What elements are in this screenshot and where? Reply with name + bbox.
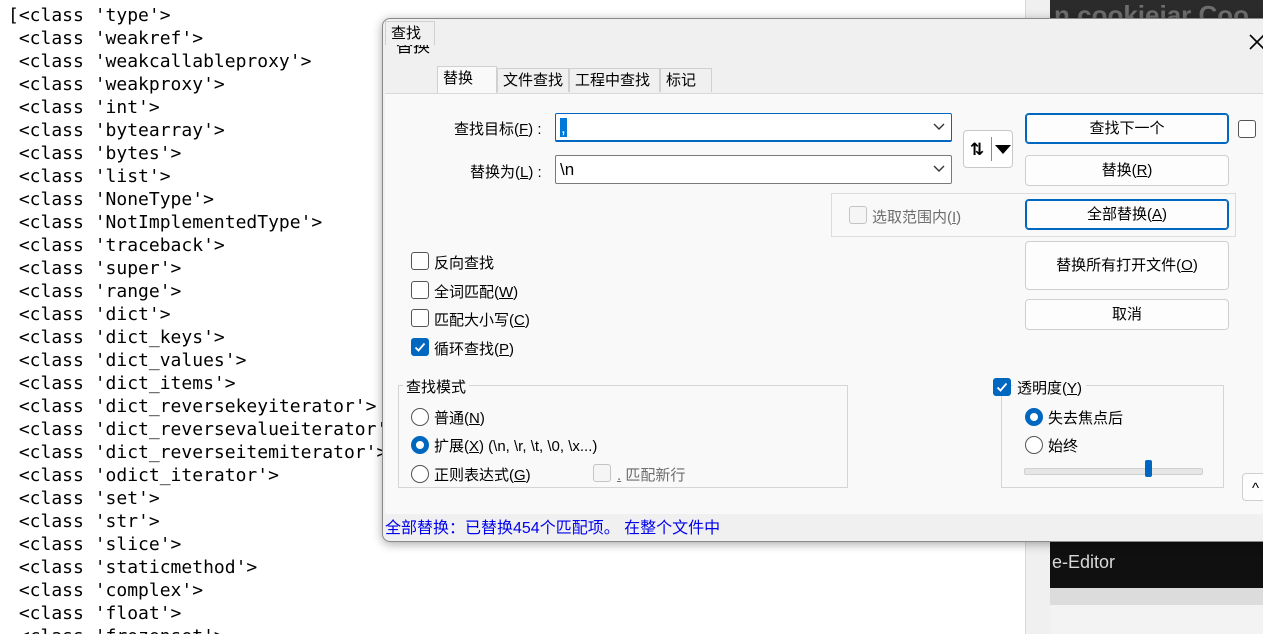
code-line: <class 'weakcallableproxy'> [8,51,312,72]
transparency-checkbox[interactable] [993,378,1011,396]
search-mode-legend: 查找模式 [403,376,470,397]
code-line: <class 'dict'> [8,304,171,325]
whole-word-label: 全词匹配(W) [434,284,519,301]
backward-search-label: 反向查找 [434,255,495,272]
code-line: <class 'complex'> [8,580,204,601]
transparency-slider-thumb[interactable] [1145,460,1152,477]
swap-find-replace-button[interactable]: ⇅ [963,130,1013,168]
tab-find-in-files[interactable]: 文件查找 [497,68,569,92]
in-selection-label: 选取范围内(I) [872,209,962,226]
wrap-around-label: 循环查找(P) [434,341,515,358]
dialog-titlebar[interactable]: 替换 [383,19,1263,65]
background-window-strip: e-Editor [1050,540,1263,588]
code-line: <class 'dict_reversevalueiterator'> [8,419,399,440]
transparency-on-lose-focus-radio[interactable] [1025,408,1043,426]
code-line: <class 'float'> [8,603,182,624]
code-line: <class 'NotImplementedType'> [8,212,323,233]
code-line: <class 'odict_iterator'> [8,465,279,486]
wrap-around-checkbox[interactable] [411,338,429,356]
tab-find-in-project[interactable]: 工程中查找 [569,68,660,92]
code-line: <class 'bytearray'> [8,120,225,141]
background-window-strip-text: e-Editor [1052,552,1116,572]
replace-all-button[interactable]: 全部替换(A) [1025,199,1229,230]
code-line: <class 'weakref'> [8,28,204,49]
mode-normal-radio[interactable] [411,408,429,426]
chevron-down-icon[interactable] [933,123,945,131]
code-line: <class 'traceback'> [8,235,225,256]
mode-normal-label: 普通(N) [434,410,485,427]
code-line: <class 'dict_values'> [8,350,247,371]
find-label: 查找目标(F) : [454,121,542,138]
extra-option-checkbox[interactable] [1238,120,1256,138]
tab-mark[interactable]: 标记 [660,68,712,92]
code-line: <class 'staticmethod'> [8,557,258,578]
code-line: <class 'range'> [8,281,182,302]
swap-divider [991,137,992,161]
match-case-checkbox[interactable] [411,309,429,327]
cancel-button[interactable]: 取消 [1025,299,1229,330]
dot-matches-newline-checkbox[interactable] [593,464,611,482]
code-line: <class 'dict_reversekeyiterator'> [8,396,377,417]
replace-input[interactable]: \n [555,155,952,184]
code-line: <class 'frozenset'> [8,625,225,634]
check-icon [414,342,426,352]
code-line: <class 'int'> [8,97,160,118]
replace-input-value: \n [560,160,575,179]
status-message: 全部替换：已替换454个匹配项。 在整个文件中 [385,520,721,537]
code-line: [<class 'type'> [8,5,171,26]
mode-extended-radio[interactable] [411,436,429,454]
code-line: <class 'dict_items'> [8,373,236,394]
replace-all-open-files-button[interactable]: 替换所有打开文件(O) [1025,241,1229,290]
tab-replace[interactable]: 替换 [437,66,497,94]
transparency-label: 透明度(Y) [1013,377,1087,398]
tab-find[interactable]: 查找 [385,21,435,45]
code-line: <class 'super'> [8,258,182,279]
whole-word-checkbox[interactable] [411,281,429,299]
dot-matches-newline-label: . 匹配新行 [617,467,686,484]
close-icon[interactable] [1244,29,1263,55]
chevron-down-icon[interactable] [933,165,945,173]
transparency-always-radio[interactable] [1025,436,1043,454]
match-case-label: 匹配大小写(C) [434,312,530,329]
mode-regex-label: 正则表达式(G) [434,467,531,484]
replace-label: 替换为(L) : [470,164,542,181]
code-line: <class 'weakproxy'> [8,74,225,95]
transparency-on-lose-focus-label: 失去焦点后 [1048,410,1124,427]
transparency-slider-track[interactable] [1024,468,1203,475]
mode-extended-label: 扩展(X) (\n, \r, \t, \0, \x...) [434,438,598,455]
collapse-dialog-button[interactable]: ^ [1242,473,1263,501]
find-input-value: , [560,118,567,137]
swap-arrows-icon: ⇅ [970,140,985,159]
code-line: <class 'str'> [8,511,160,532]
replace-button[interactable]: 替换(R) [1025,155,1229,186]
code-line: <class 'slice'> [8,534,182,555]
transparency-always-label: 始终 [1048,438,1079,455]
code-line: <class 'bytes'> [8,143,182,164]
code-line: <class 'NoneType'> [8,189,214,210]
code-line: <class 'dict_keys'> [8,327,225,348]
backward-search-checkbox[interactable] [411,252,429,270]
code-line: <class 'set'> [8,488,160,509]
in-selection-checkbox[interactable] [849,206,867,224]
triangle-down-icon[interactable] [995,145,1011,154]
find-input[interactable]: , [555,113,952,142]
mode-regex-radio[interactable] [411,465,429,483]
check-icon [996,382,1008,392]
background-window-bottom-light [1050,605,1263,634]
code-line: <class 'list'> [8,166,171,187]
code-line: <class 'dict_reverseitemiterator'> [8,442,388,463]
caret-up-icon: ^ [1252,480,1260,497]
replace-dialog: 替换 查找 替换 文件查找 工程中查找 标记 查找目标(F) : , 替换为(L… [382,18,1263,542]
find-next-button[interactable]: 查找下一个 [1025,113,1229,144]
